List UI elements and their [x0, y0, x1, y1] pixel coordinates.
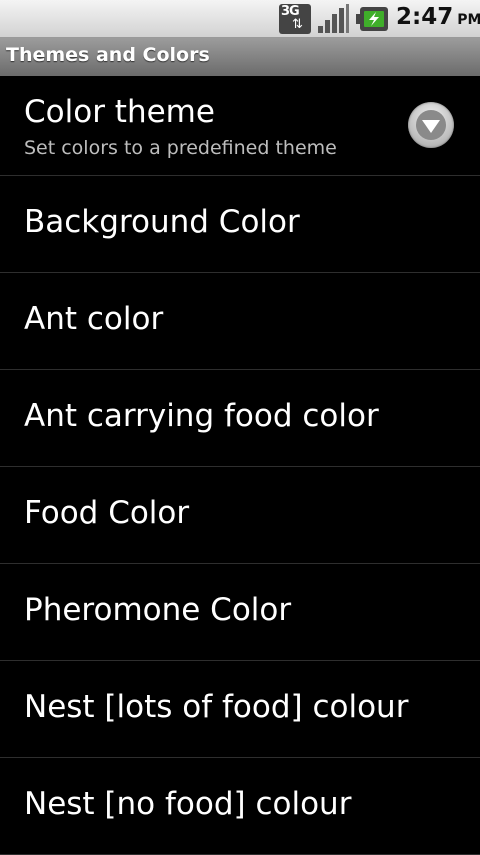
- pref-label: Nest [no food] colour: [24, 786, 352, 822]
- pref-nest-no-food-colour[interactable]: Nest [no food] colour: [0, 758, 480, 855]
- chevron-down-icon: [416, 110, 446, 140]
- clock-time: 2:47: [396, 4, 454, 30]
- pref-summary: Set colors to a predefined theme: [24, 137, 337, 159]
- pref-label: Ant carrying food color: [24, 398, 379, 434]
- 3g-data-icon: 3G ⇅: [279, 4, 311, 34]
- pref-ant-carrying-food-color[interactable]: Ant carrying food color: [0, 370, 480, 467]
- pref-ant-color[interactable]: Ant color: [0, 273, 480, 370]
- signal-strength-icon: [318, 4, 349, 33]
- title-bar: Themes and Colors: [0, 38, 480, 76]
- pref-label: Food Color: [24, 495, 190, 531]
- battery-charging-icon: [356, 7, 388, 31]
- clock: 2:47 PM: [396, 4, 480, 30]
- dropdown-button[interactable]: [408, 102, 454, 148]
- pref-background-color[interactable]: Background Color: [0, 176, 480, 273]
- pref-label: Pheromone Color: [24, 592, 292, 628]
- network-arrows-icon: ⇅: [292, 17, 303, 32]
- pref-color-theme[interactable]: Color theme Set colors to a predefined t…: [0, 76, 480, 176]
- pref-label: Background Color: [24, 204, 300, 240]
- pref-label: Color theme: [24, 94, 215, 130]
- preference-list: Color theme Set colors to a predefined t…: [0, 76, 480, 855]
- status-bar: 3G ⇅ 2:47 PM: [0, 0, 480, 38]
- clock-ampm: PM: [457, 12, 480, 28]
- pref-pheromone-color[interactable]: Pheromone Color: [0, 564, 480, 661]
- pref-label: Ant color: [24, 301, 164, 337]
- page-title: Themes and Colors: [6, 44, 210, 66]
- pref-nest-lots-of-food-colour[interactable]: Nest [lots of food] colour: [0, 661, 480, 758]
- pref-food-color[interactable]: Food Color: [0, 467, 480, 564]
- pref-label: Nest [lots of food] colour: [24, 689, 409, 725]
